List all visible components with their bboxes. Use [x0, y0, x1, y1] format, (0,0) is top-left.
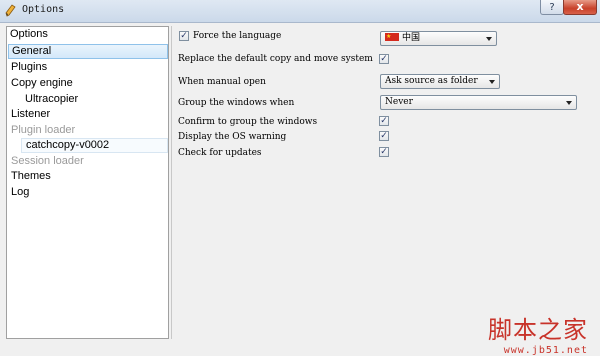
sidebar-header: Options	[10, 28, 48, 40]
watermark-url: www.jb51.net	[503, 345, 588, 356]
os-warning-checkbox[interactable]: ✓	[379, 131, 389, 141]
sidebar-item-plugin-loader: Plugin loader	[11, 124, 76, 136]
group-windows-select-value: Never	[385, 97, 413, 107]
sidebar-item-catchcopy[interactable]: catchcopy-v0002	[21, 138, 168, 153]
sidebar-item-session-loader: Session loader	[11, 155, 84, 167]
sidebar-item-general[interactable]: General	[8, 44, 168, 59]
language-select-value: 中国	[402, 33, 421, 43]
chevron-down-icon	[486, 37, 492, 41]
sidebar-item-plugins[interactable]: Plugins	[8, 60, 168, 75]
manual-open-select-value: Ask source as folder	[385, 76, 478, 86]
chevron-down-icon	[489, 80, 495, 84]
sidebar-item-log[interactable]: Log	[8, 185, 168, 200]
title-bar: Options ? x	[0, 0, 600, 23]
window-title: Options	[22, 4, 65, 15]
options-sidebar: Options General Plugins Copy engine Ultr…	[6, 26, 169, 339]
force-language-checkbox[interactable]: ✓	[179, 31, 189, 41]
replace-copy-move-label: Replace the default copy and move system	[178, 54, 373, 64]
manual-open-label: When manual open	[178, 77, 266, 87]
force-language-label: Force the language	[193, 31, 282, 41]
general-settings-panel: ✓ Force the language 中国 Replace the defa…	[171, 26, 598, 356]
sidebar-item-themes[interactable]: Themes	[8, 169, 168, 184]
watermark: 脚本之家 www.jb51.net	[488, 310, 588, 356]
os-warning-label: Display the OS warning	[178, 132, 287, 142]
group-windows-label: Group the windows when	[178, 98, 295, 108]
close-button[interactable]: x	[563, 0, 597, 15]
language-select[interactable]: 中国	[380, 30, 497, 46]
replace-copy-move-checkbox[interactable]: ✓	[379, 54, 389, 64]
group-windows-select[interactable]: Never	[380, 95, 577, 110]
pencil-icon	[5, 4, 16, 17]
check-updates-label: Check for updates	[178, 148, 262, 158]
chevron-down-icon	[566, 101, 572, 105]
sidebar-item-listener[interactable]: Listener	[8, 107, 168, 122]
manual-open-select[interactable]: Ask source as folder	[380, 74, 500, 89]
help-button[interactable]: ?	[540, 0, 564, 15]
watermark-title: 脚本之家	[488, 316, 588, 344]
confirm-group-checkbox[interactable]: ✓	[379, 116, 389, 126]
sidebar-item-copy-engine[interactable]: Copy engine	[8, 76, 168, 91]
china-flag-icon	[385, 30, 399, 43]
sidebar-item-ultracopier[interactable]: Ultracopier	[8, 92, 168, 107]
check-updates-checkbox[interactable]: ✓	[379, 147, 389, 157]
confirm-group-label: Confirm to group the windows	[178, 117, 318, 127]
